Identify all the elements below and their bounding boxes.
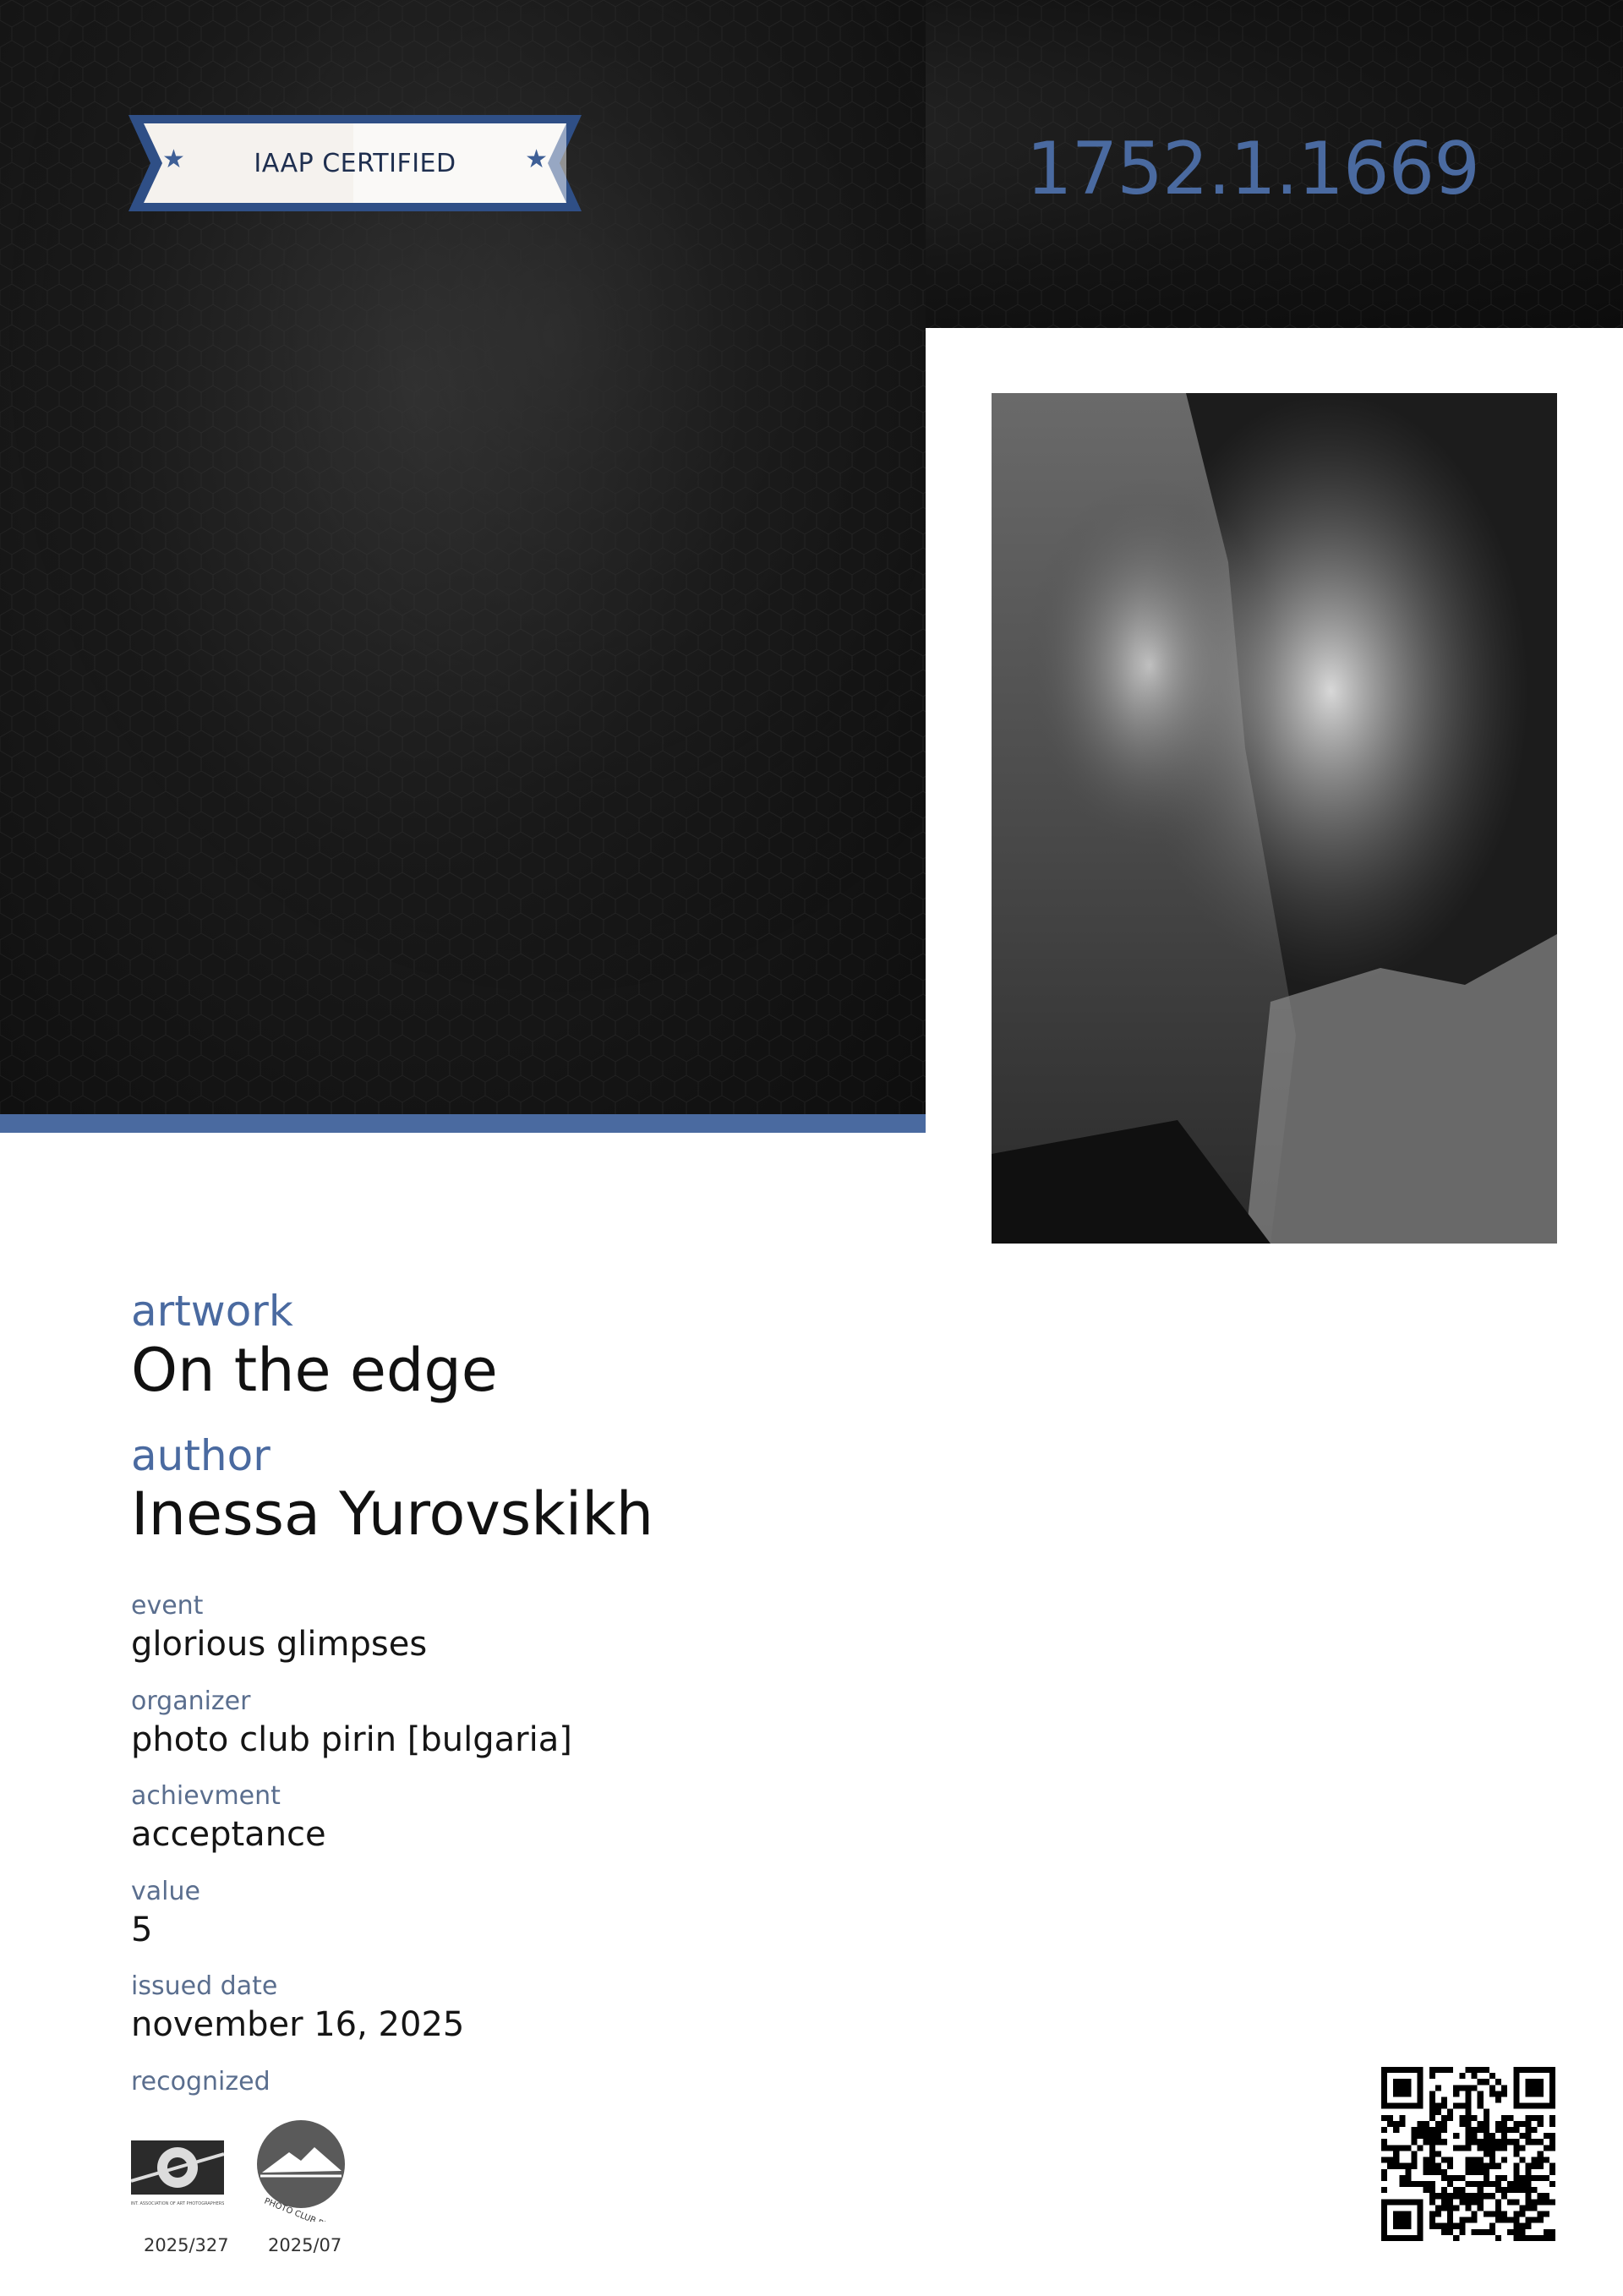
artwork-title: On the edge: [131, 1336, 498, 1405]
badge-label: IAAP CERTIFIED: [254, 148, 456, 178]
issued-date-label: issued date: [131, 1971, 278, 2001]
author-label: author: [131, 1431, 270, 1480]
certified-badge: ★ IAAP CERTIFIED ★: [128, 115, 582, 211]
organizer-label: organizer: [131, 1686, 251, 1716]
achievement-value: acceptance: [131, 1815, 326, 1854]
qr-code-icon[interactable]: [1381, 2067, 1555, 2241]
event-value: glorious glimpses: [131, 1625, 428, 1664]
author-name: Inessa Yurovskikh: [131, 1479, 654, 1549]
accent-bar: [0, 1114, 926, 1133]
event-label: event: [131, 1591, 204, 1621]
iaap-code: 2025/327: [144, 2235, 229, 2255]
iaap-logo: INT. ASSOCIATION OF ART PHOTOGRAPHERS: [130, 2140, 225, 2208]
organizer-value: photo club pirin [bulgaria]: [131, 1720, 572, 1759]
recognized-label: recognized: [131, 2067, 270, 2096]
pirin-code: 2025/07: [268, 2235, 342, 2255]
value-value: 5: [131, 1911, 153, 1949]
iaap-logo-mark: INT. ASSOCIATION OF ART PHOTOGRAPHERS: [130, 2140, 225, 2206]
certificate-number: 1752.1.1669: [1025, 127, 1480, 211]
value-label: value: [131, 1877, 200, 1906]
artwork-label: artwork: [131, 1287, 293, 1336]
artwork-photo-image: [992, 393, 1557, 1244]
achievement-label: achievment: [131, 1781, 281, 1811]
photo-club-pirin-logo-mark: PHOTO CLUB PIRIN: [257, 2120, 345, 2235]
issued-date-value: november 16, 2025: [131, 2005, 465, 2044]
star-icon: ★: [525, 145, 548, 174]
artwork-photo: [992, 393, 1557, 1244]
photo-club-pirin-logo: PHOTO CLUB PIRIN: [254, 2120, 351, 2235]
qr-code-graphic: [1381, 2067, 1555, 2241]
svg-text:INT. ASSOCIATION OF ART PHOTOG: INT. ASSOCIATION OF ART PHOTOGRAPHERS: [131, 2201, 224, 2206]
